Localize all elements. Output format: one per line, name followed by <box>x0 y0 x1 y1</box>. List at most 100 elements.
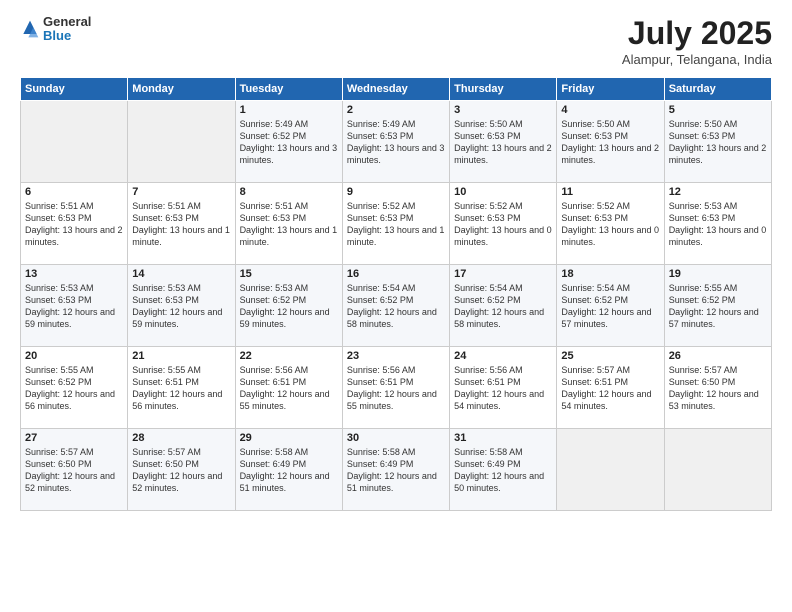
table-cell: 7 Sunrise: 5:51 AMSunset: 6:53 PMDaylight… <box>128 183 235 265</box>
logo-line1: General <box>43 15 91 29</box>
day-number: 11 <box>561 186 659 198</box>
day-number: 7 <box>132 186 230 198</box>
day-number: 16 <box>347 268 445 280</box>
table-cell: 3 Sunrise: 5:50 AMSunset: 6:53 PMDaylight… <box>450 101 557 183</box>
cell-details: Sunrise: 5:50 AMSunset: 6:53 PMDaylight:… <box>561 118 659 167</box>
table-cell: 20Sunrise: 5:55 AMSunset: 6:52 PMDayligh… <box>21 347 128 429</box>
day-number: 31 <box>454 432 552 444</box>
day-number: 30 <box>347 432 445 444</box>
table-cell: 29Sunrise: 5:58 AMSunset: 6:49 PMDayligh… <box>235 429 342 511</box>
table-cell: 1 Sunrise: 5:49 AMSunset: 6:52 PMDaylight… <box>235 101 342 183</box>
table-cell: 28 Sunrise: 5:57 AMSunset: 6:50 PMDayligh… <box>128 429 235 511</box>
table-cell: 14 Sunrise: 5:53 AMSunset: 6:53 PMDayligh… <box>128 265 235 347</box>
day-number: 29 <box>240 432 338 444</box>
table-cell: 2 Sunrise: 5:49 AMSunset: 6:53 PMDaylight… <box>342 101 449 183</box>
day-number: 8 <box>240 186 338 198</box>
cell-details: Sunrise: 5:54 AMSunset: 6:52 PMDaylight:… <box>454 282 552 331</box>
table-cell: 11 Sunrise: 5:52 AMSunset: 6:53 PMDayligh… <box>557 183 664 265</box>
cell-details: Sunrise: 5:50 AMSunset: 6:53 PMDaylight:… <box>454 118 552 167</box>
table-cell: 12Sunrise: 5:53 AMSunset: 6:53 PMDayligh… <box>664 183 771 265</box>
table-cell: 6 Sunrise: 5:51 AMSunset: 6:53 PMDaylight… <box>21 183 128 265</box>
day-number: 19 <box>669 268 767 280</box>
logo-text: General Blue <box>43 15 91 44</box>
calendar-week-row: 13 Sunrise: 5:53 AMSunset: 6:53 PMDayligh… <box>21 265 772 347</box>
cell-details: Sunrise: 5:53 AMSunset: 6:52 PMDaylight:… <box>240 282 338 331</box>
day-number: 4 <box>561 104 659 116</box>
cell-details: Sunrise: 5:58 AMSunset: 6:49 PMDaylight:… <box>347 446 445 495</box>
table-cell: 31 Sunrise: 5:58 AMSunset: 6:49 PMDayligh… <box>450 429 557 511</box>
cell-details: Sunrise: 5:53 AMSunset: 6:53 PMDaylight:… <box>132 282 230 331</box>
table-cell: 21 Sunrise: 5:55 AMSunset: 6:51 PMDayligh… <box>128 347 235 429</box>
day-number: 15 <box>240 268 338 280</box>
day-number: 17 <box>454 268 552 280</box>
cell-details: Sunrise: 5:52 AMSunset: 6:53 PMDaylight:… <box>347 200 445 249</box>
day-number: 22 <box>240 350 338 362</box>
col-thursday: Thursday <box>450 78 557 101</box>
day-number: 5 <box>669 104 767 116</box>
cell-details: Sunrise: 5:54 AMSunset: 6:52 PMDaylight:… <box>347 282 445 331</box>
day-number: 1 <box>240 104 338 116</box>
col-wednesday: Wednesday <box>342 78 449 101</box>
table-cell: 15 Sunrise: 5:53 AMSunset: 6:52 PMDayligh… <box>235 265 342 347</box>
cell-details: Sunrise: 5:58 AMSunset: 6:49 PMDaylight:… <box>454 446 552 495</box>
table-cell: 25 Sunrise: 5:57 AMSunset: 6:51 PMDayligh… <box>557 347 664 429</box>
calendar-title: July 2025 <box>622 15 772 52</box>
table-cell: 26 Sunrise: 5:57 AMSunset: 6:50 PMDayligh… <box>664 347 771 429</box>
cell-details: Sunrise: 5:56 AMSunset: 6:51 PMDaylight:… <box>454 364 552 413</box>
table-cell: 16 Sunrise: 5:54 AMSunset: 6:52 PMDayligh… <box>342 265 449 347</box>
day-number: 21 <box>132 350 230 362</box>
cell-details: Sunrise: 5:52 AMSunset: 6:53 PMDaylight:… <box>454 200 552 249</box>
day-number: 27 <box>25 432 123 444</box>
day-number: 10 <box>454 186 552 198</box>
table-cell <box>664 429 771 511</box>
day-number: 26 <box>669 350 767 362</box>
cell-details: Sunrise: 5:51 AMSunset: 6:53 PMDaylight:… <box>240 200 338 249</box>
logo-line2: Blue <box>43 29 91 43</box>
calendar-week-row: 20Sunrise: 5:55 AMSunset: 6:52 PMDayligh… <box>21 347 772 429</box>
cell-details: Sunrise: 5:53 AMSunset: 6:53 PMDaylight:… <box>25 282 123 331</box>
day-number: 9 <box>347 186 445 198</box>
cell-details: Sunrise: 5:57 AMSunset: 6:50 PMDaylight:… <box>25 446 123 495</box>
day-number: 25 <box>561 350 659 362</box>
cell-details: Sunrise: 5:50 AMSunset: 6:53 PMDaylight:… <box>669 118 767 167</box>
col-monday: Monday <box>128 78 235 101</box>
cell-details: Sunrise: 5:52 AMSunset: 6:53 PMDaylight:… <box>561 200 659 249</box>
day-number: 6 <box>25 186 123 198</box>
table-cell: 9 Sunrise: 5:52 AMSunset: 6:53 PMDaylight… <box>342 183 449 265</box>
day-number: 3 <box>454 104 552 116</box>
calendar-week-row: 27 Sunrise: 5:57 AMSunset: 6:50 PMDayligh… <box>21 429 772 511</box>
cell-details: Sunrise: 5:56 AMSunset: 6:51 PMDaylight:… <box>240 364 338 413</box>
day-number: 13 <box>25 268 123 280</box>
cell-details: Sunrise: 5:49 AMSunset: 6:52 PMDaylight:… <box>240 118 338 167</box>
cell-details: Sunrise: 5:56 AMSunset: 6:51 PMDaylight:… <box>347 364 445 413</box>
table-cell: 13 Sunrise: 5:53 AMSunset: 6:53 PMDayligh… <box>21 265 128 347</box>
cell-details: Sunrise: 5:51 AMSunset: 6:53 PMDaylight:… <box>132 200 230 249</box>
table-cell: 8 Sunrise: 5:51 AMSunset: 6:53 PMDaylight… <box>235 183 342 265</box>
cell-details: Sunrise: 5:57 AMSunset: 6:50 PMDaylight:… <box>132 446 230 495</box>
cell-details: Sunrise: 5:57 AMSunset: 6:51 PMDaylight:… <box>561 364 659 413</box>
table-cell: 10 Sunrise: 5:52 AMSunset: 6:53 PMDayligh… <box>450 183 557 265</box>
table-cell <box>128 101 235 183</box>
table-cell: 30 Sunrise: 5:58 AMSunset: 6:49 PMDayligh… <box>342 429 449 511</box>
table-cell: 24 Sunrise: 5:56 AMSunset: 6:51 PMDayligh… <box>450 347 557 429</box>
cell-details: Sunrise: 5:55 AMSunset: 6:52 PMDaylight:… <box>25 364 123 413</box>
calendar-subtitle: Alampur, Telangana, India <box>622 52 772 67</box>
day-number: 18 <box>561 268 659 280</box>
cell-details: Sunrise: 5:49 AMSunset: 6:53 PMDaylight:… <box>347 118 445 167</box>
calendar-week-row: 1 Sunrise: 5:49 AMSunset: 6:52 PMDaylight… <box>21 101 772 183</box>
calendar-body: 1 Sunrise: 5:49 AMSunset: 6:52 PMDaylight… <box>21 101 772 511</box>
logo-icon <box>20 19 40 39</box>
day-number: 14 <box>132 268 230 280</box>
weekday-header-row: Sunday Monday Tuesday Wednesday Thursday… <box>21 78 772 101</box>
cell-details: Sunrise: 5:51 AMSunset: 6:53 PMDaylight:… <box>25 200 123 249</box>
cell-details: Sunrise: 5:57 AMSunset: 6:50 PMDaylight:… <box>669 364 767 413</box>
day-number: 24 <box>454 350 552 362</box>
day-number: 2 <box>347 104 445 116</box>
cell-details: Sunrise: 5:55 AMSunset: 6:51 PMDaylight:… <box>132 364 230 413</box>
day-number: 12 <box>669 186 767 198</box>
day-number: 23 <box>347 350 445 362</box>
calendar-header: Sunday Monday Tuesday Wednesday Thursday… <box>21 78 772 101</box>
table-cell: 17 Sunrise: 5:54 AMSunset: 6:52 PMDayligh… <box>450 265 557 347</box>
cell-details: Sunrise: 5:54 AMSunset: 6:52 PMDaylight:… <box>561 282 659 331</box>
day-number: 28 <box>132 432 230 444</box>
